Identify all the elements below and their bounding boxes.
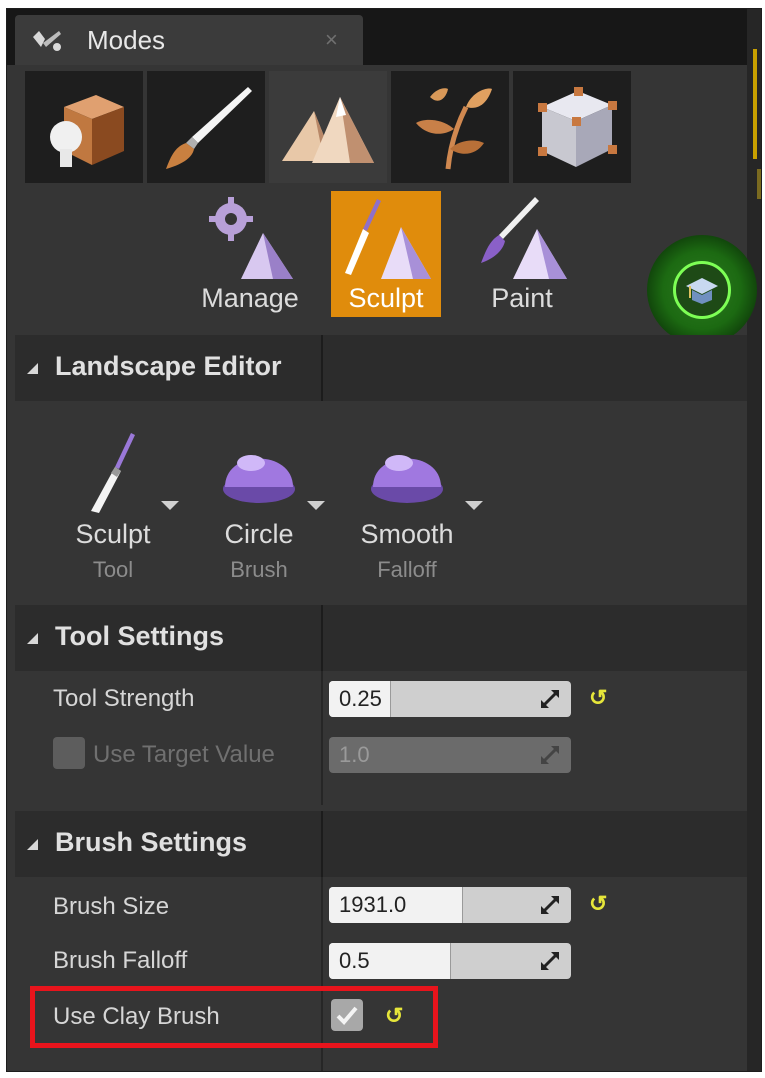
sculpt-trowel-icon [345, 199, 431, 279]
foliage-mode-button[interactable] [391, 71, 509, 183]
brush-falloff-field[interactable]: 0.5 [329, 943, 571, 979]
use-target-value-checkbox[interactable] [53, 737, 85, 769]
landscape-mode-button[interactable] [269, 71, 387, 183]
manage-gear-icon [209, 197, 293, 279]
brush-sublabel: Brush [230, 557, 288, 582]
tool-settings-header[interactable]: Tool Settings [15, 605, 747, 671]
use-clay-brush-highlight [30, 986, 438, 1048]
tab-sculpt-label: Sculpt [348, 283, 424, 313]
brush-size-value: 1931.0 [339, 892, 407, 917]
foliage-leaves-icon [416, 88, 492, 170]
falloff-label: Smooth [360, 519, 454, 549]
place-mode-button[interactable] [25, 71, 143, 183]
target-value: 1.0 [339, 742, 370, 767]
brush-label: Circle [224, 519, 294, 549]
brush-settings-title: Brush Settings [55, 827, 248, 857]
use-target-value-label: Use Target Value [93, 741, 275, 768]
paint-mode-button[interactable] [147, 71, 265, 183]
side-scroll-strip [747, 9, 761, 1071]
collapse-arrow-icon[interactable] [27, 363, 38, 374]
reset-to-default-icon[interactable]: ↺ [589, 685, 607, 711]
collapse-arrow-icon[interactable] [27, 633, 38, 644]
expand-arrows-icon [541, 690, 559, 708]
brush-size-field[interactable]: 1931.0 [329, 887, 571, 923]
tab-modes[interactable]: Modes × [15, 15, 363, 65]
tutorial-graduation-cap-icon [686, 278, 718, 304]
modes-panel: Modes × Manage Sculpt Paint Landscape Ed… [6, 8, 762, 1072]
circle-brush-icon [223, 455, 295, 503]
geometry-mode-button[interactable] [513, 71, 631, 183]
falloff-sublabel: Falloff [377, 557, 437, 582]
smooth-falloff-selector[interactable]: Smooth Falloff [337, 429, 483, 589]
paint-brush-icon [166, 87, 252, 169]
close-icon[interactable]: × [325, 27, 338, 53]
tool-label: Sculpt [75, 519, 151, 549]
tab-sculpt[interactable]: Sculpt [331, 191, 441, 317]
tab-strip: Modes × [7, 9, 761, 65]
landscape-editor-header[interactable]: Landscape Editor [15, 335, 747, 401]
circle-brush-selector[interactable]: Circle Brush [189, 429, 329, 589]
sculpt-tool-selector[interactable]: Sculpt Tool [43, 429, 183, 589]
expand-arrows-icon [541, 896, 559, 914]
tool-settings-title: Tool Settings [55, 621, 224, 651]
chevron-down-icon[interactable] [465, 501, 483, 510]
tool-sublabel: Tool [92, 557, 134, 582]
expand-arrows-icon [541, 952, 559, 970]
expand-arrows-icon [541, 746, 559, 764]
brush-falloff-label: Brush Falloff [53, 947, 188, 974]
chevron-down-icon[interactable] [307, 501, 325, 510]
landscape-mountains-icon [282, 97, 374, 163]
reset-to-default-icon[interactable]: ↺ [589, 891, 607, 917]
tab-manage-label: Manage [201, 283, 299, 313]
paint-landscape-icon [481, 197, 567, 279]
collapse-arrow-icon[interactable] [27, 839, 38, 850]
side-accent [753, 49, 757, 159]
header-divider [321, 811, 323, 877]
tutorial-button[interactable] [673, 261, 731, 319]
header-divider [321, 335, 323, 401]
side-accent-secondary [757, 169, 761, 199]
modes-wand-icon [33, 31, 61, 51]
tool-strength-field[interactable]: 0.25 [329, 681, 571, 717]
place-cube-icon [50, 95, 124, 167]
property-divider [321, 671, 323, 805]
header-divider [321, 605, 323, 671]
tab-title: Modes [87, 25, 166, 55]
sculpt-trowel-icon [91, 433, 135, 513]
geometry-cube-icon [538, 87, 617, 167]
smooth-falloff-icon [371, 455, 443, 503]
tab-manage[interactable]: Manage [195, 191, 305, 317]
tab-paint-label: Paint [491, 283, 553, 313]
tab-paint[interactable]: Paint [467, 191, 577, 317]
chevron-down-icon[interactable] [161, 501, 179, 510]
tool-strength-value: 0.25 [339, 686, 382, 711]
tool-strength-label: Tool Strength [53, 685, 195, 712]
target-value-field: 1.0 [329, 737, 571, 773]
brush-settings-header[interactable]: Brush Settings [15, 811, 747, 877]
brush-falloff-value: 0.5 [339, 948, 370, 973]
landscape-editor-title: Landscape Editor [55, 351, 282, 381]
brush-size-label: Brush Size [53, 893, 170, 920]
